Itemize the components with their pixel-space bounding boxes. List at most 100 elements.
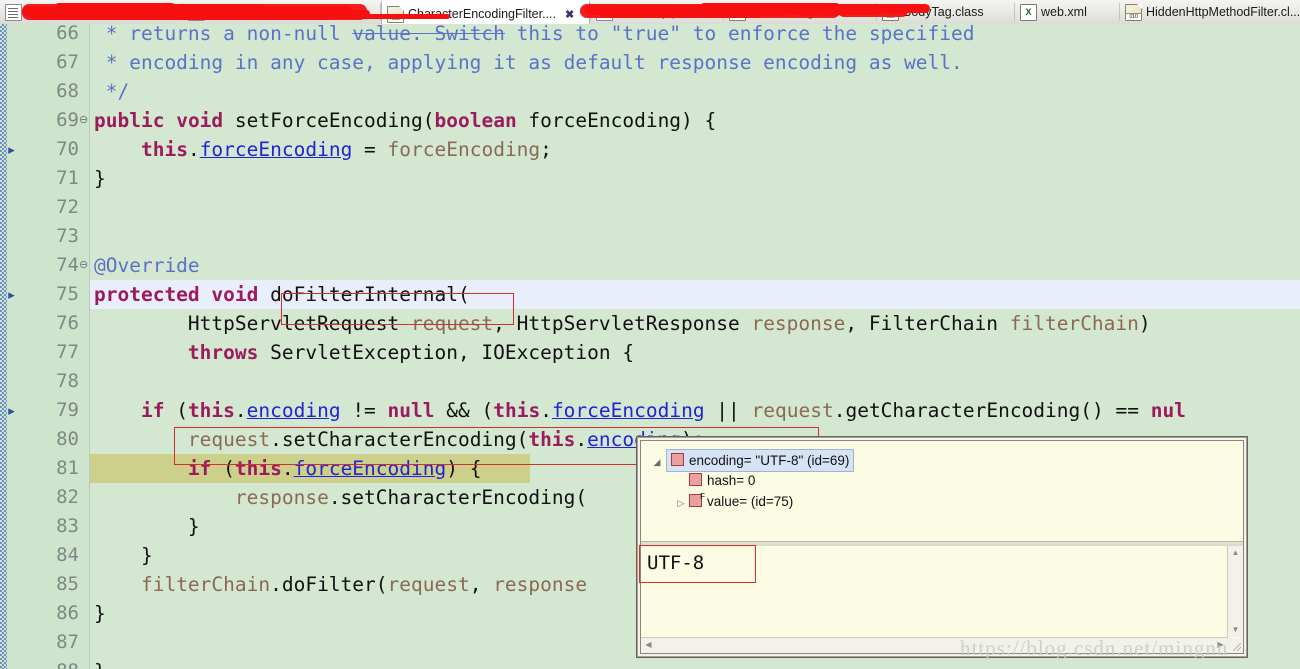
code-line-text: this.forceEncoding = forceEncoding; <box>140 138 552 161</box>
code-line-text: throws ServletException, IOException { <box>187 341 635 364</box>
editor-tab-2[interactable]: CharacterEncodingFilter.... ✖ <box>381 0 590 24</box>
code-line-text: * returns a non-null value. Switch this … <box>94 24 975 45</box>
code-line-text: } <box>94 544 153 567</box>
editor-tab-7[interactable]: HiddenHttpMethodFilter.cl... <box>1120 0 1300 24</box>
line-number: 85 <box>56 573 79 595</box>
editor-change-bar <box>0 24 7 669</box>
code-line[interactable]: if (this.forceEncoding) { <box>90 454 530 483</box>
scroll-right-arrow-icon[interactable]: ▶ <box>1213 638 1228 652</box>
editor-tab-1[interactable] <box>183 0 380 24</box>
code-line[interactable] <box>90 367 1300 396</box>
code-line[interactable]: throws ServletException, IOException { <box>90 338 1300 367</box>
detail-value-text: UTF-8 <box>647 552 705 574</box>
code-line[interactable]: this.forceEncoding = forceEncoding; <box>90 135 1300 164</box>
code-line-text: request.setCharacterEncoding(this.encodi… <box>187 428 705 451</box>
variable-field-icon <box>689 473 702 486</box>
variable-tree-row[interactable]: ◢ encoding= "UTF-8" (id=69) <box>641 449 1243 472</box>
variable-entry[interactable]: value= (id=75) <box>689 486 794 509</box>
code-line[interactable]: * encoding in any case, applying it as d… <box>90 48 1300 77</box>
variable-label: value= (id=75) <box>707 494 794 509</box>
class-file-icon <box>882 3 899 21</box>
line-number: 77 <box>56 341 79 363</box>
line-number: 68 <box>56 80 79 102</box>
variables-tree[interactable]: ◢encoding= "UTF-8" (id=69)hash= 0 ▷ value=… <box>641 441 1243 541</box>
line-number: 88 <box>19 657 79 669</box>
variable-label: encoding= "UTF-8" (id=69) <box>689 453 850 468</box>
editor-tab-0[interactable] <box>0 0 182 24</box>
jsp-file-icon <box>596 3 613 21</box>
line-number: 66 <box>56 24 79 44</box>
tab-close-icon[interactable]: ✖ <box>565 8 574 21</box>
line-number: 73 <box>56 225 79 247</box>
variable-tree-row[interactable]: ▷ value= (id=75) <box>641 486 1243 514</box>
code-line[interactable]: * returns a non-null value. Switch this … <box>90 24 1300 48</box>
line-number: 67 <box>56 51 79 73</box>
code-line[interactable]: public void setForceEncoding(boolean for… <box>90 106 1300 135</box>
editor-tab-label: web.xml <box>1041 5 1087 19</box>
editor-tab-6[interactable]: web.xml <box>1015 0 1119 24</box>
code-line-text: public void setForceEncoding(boolean for… <box>94 109 717 132</box>
editor-tab-5[interactable]: BodyTag.class <box>877 0 1014 24</box>
code-line[interactable]: } <box>90 657 1300 669</box>
variable-entry[interactable]: hash= 0 <box>689 473 755 488</box>
editor-tab-bar[interactable]: CharacterEncodingFilter.... ✖ task-list.js… <box>0 0 1300 25</box>
variable-label: hash= 0 <box>707 473 756 488</box>
code-line-text: if (this.encoding != null && (this.force… <box>140 399 1186 422</box>
code-fold-toggle-icon[interactable]: ⊖ <box>79 251 88 280</box>
line-number: 83 <box>56 515 79 537</box>
code-fold-toggle-icon[interactable]: ⊖ <box>79 106 88 135</box>
code-line[interactable]: } <box>90 164 1300 193</box>
detail-vertical-scrollbar[interactable]: ▲ ▼ <box>1227 546 1243 637</box>
code-line-text: HttpServletRequest request, HttpServletR… <box>94 312 1151 335</box>
code-line[interactable] <box>90 193 1300 222</box>
line-number: 87 <box>56 631 79 653</box>
code-line[interactable]: protected void doFilterInternal( <box>90 280 1300 309</box>
debug-marker-icon[interactable]: ▸ <box>6 280 17 309</box>
code-line[interactable]: @Override <box>90 251 1300 280</box>
line-number: 78 <box>56 370 79 392</box>
editor-tab-label: session-tag.class <box>750 5 846 19</box>
line-number: 79 <box>56 399 79 421</box>
line-number: 72 <box>56 196 79 218</box>
class-file-icon <box>1125 3 1142 21</box>
class-file-icon <box>729 3 746 21</box>
debug-marker-icon[interactable]: ▸ <box>6 135 17 164</box>
scroll-left-arrow-icon[interactable]: ◀ <box>641 638 656 652</box>
jsp-file-icon <box>188 3 205 21</box>
editor-tab-label: task-list.jsp <box>617 5 679 19</box>
editor-line-number-gutter[interactable]: 66 67 68 69 ⊖ 70 ▸ 71 72 73 74 ⊖ 75 ▸ 76 77 78 79 ▸ 80 81 82 8… <box>7 24 89 669</box>
code-line-text: response.setCharacterEncoding( <box>234 486 588 509</box>
xml-file-icon <box>1020 3 1037 21</box>
line-number: 69 <box>56 109 79 131</box>
detail-horizontal-scrollbar[interactable]: ◀ ▶ <box>641 637 1228 653</box>
line-number: 76 <box>56 312 79 334</box>
editor-tab-3[interactable]: task-list.jsp <box>591 0 723 24</box>
code-line-text: @Override <box>94 254 200 277</box>
line-number: 84 <box>56 544 79 566</box>
code-line-text: if (this.forceEncoding) { <box>187 457 482 480</box>
code-line-text: } <box>90 657 106 669</box>
variable-detail-pane[interactable]: UTF-8 ▲ ▼ ◀ ▶ <box>641 546 1243 653</box>
variable-tree-row[interactable]: hash= 0 <box>641 470 1243 491</box>
debug-marker-icon[interactable]: ▸ <box>6 396 17 425</box>
editor-tab-label: HiddenHttpMethodFilter.cl... <box>1146 5 1300 19</box>
scroll-down-arrow-icon[interactable]: ▼ <box>1228 623 1243 637</box>
popup-inner-frame: ◢encoding= "UTF-8" (id=69)hash= 0 ▷ value=… <box>640 440 1244 654</box>
editor-tab-4[interactable]: session-tag.class <box>724 0 876 24</box>
code-line-text: * encoding in any case, applying it as d… <box>94 51 963 74</box>
code-line[interactable]: if (this.encoding != null && (this.force… <box>90 396 1300 425</box>
line-number: 70 <box>56 138 79 160</box>
variable-entry[interactable]: encoding= "UTF-8" (id=69) <box>666 449 855 472</box>
code-line[interactable]: HttpServletRequest request, HttpServletR… <box>90 309 1300 338</box>
code-line[interactable]: */ <box>90 77 1300 106</box>
line-number: 81 <box>56 457 79 479</box>
code-line-text: protected void doFilterInternal( <box>94 283 470 306</box>
code-line-text: */ <box>94 80 130 103</box>
jsp-file-icon <box>5 3 22 21</box>
scroll-up-arrow-icon[interactable]: ▲ <box>1228 546 1243 560</box>
debug-inspect-popup[interactable]: ◢encoding= "UTF-8" (id=69)hash= 0 ▷ value=… <box>636 436 1248 658</box>
editor-tab-label: CharacterEncodingFilter.... <box>408 7 556 21</box>
popup-resize-grip[interactable] <box>1228 638 1243 653</box>
code-line[interactable] <box>90 222 1300 251</box>
tree-twisty-icon[interactable]: ▷ <box>673 493 689 514</box>
